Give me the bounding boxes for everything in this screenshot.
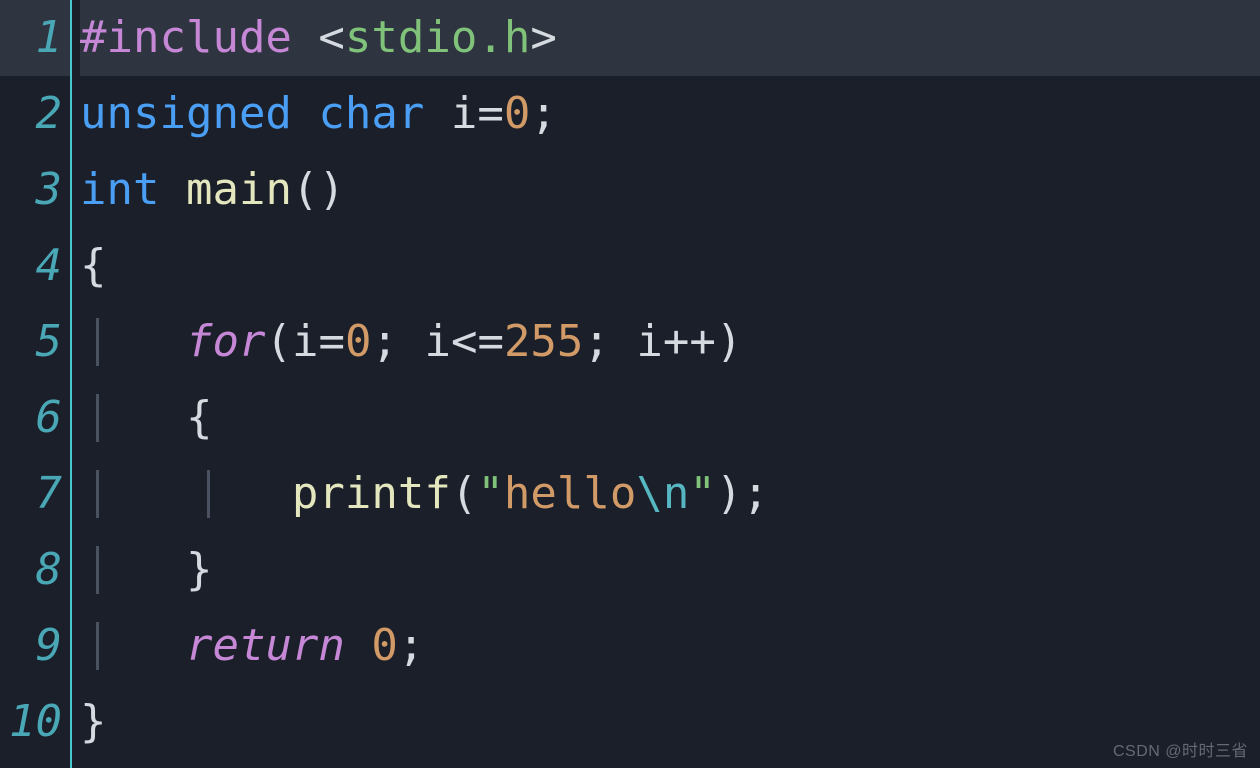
brace-token: }: [80, 696, 107, 747]
indent-guide-icon: [96, 318, 99, 366]
code-line[interactable]: }: [80, 684, 1260, 760]
keyword-token: return: [186, 620, 345, 671]
line-number: 1: [0, 0, 70, 76]
operator-token: ++: [663, 316, 716, 367]
watermark-label: CSDN @时时三省: [1113, 744, 1248, 760]
indent-guide-icon: [96, 470, 99, 518]
line-number: 5: [0, 304, 70, 380]
operator-token: <=: [451, 316, 504, 367]
angle-close-token: >: [530, 12, 557, 63]
indent-guide-icon: [207, 470, 210, 518]
line-number: 2: [0, 76, 70, 152]
brace-token: {: [80, 240, 107, 291]
line-number: 8: [0, 532, 70, 608]
line-number-gutter: 1 2 3 4 5 6 7 8 9 10: [0, 0, 72, 768]
function-name-token: main: [186, 164, 292, 215]
line-number: 3: [0, 152, 70, 228]
number-token: 0: [371, 620, 398, 671]
type-token: int: [80, 164, 159, 215]
code-area[interactable]: #include <stdio.h> unsigned char i=0; in…: [72, 0, 1260, 768]
semicolon-token: ;: [742, 468, 769, 519]
code-line[interactable]: #include <stdio.h>: [80, 0, 1260, 76]
indent-guide-icon: [96, 394, 99, 442]
code-editor[interactable]: 1 2 3 4 5 6 7 8 9 10 #include <stdio.h> …: [0, 0, 1260, 768]
code-line[interactable]: }: [80, 532, 1260, 608]
indent-guide-icon: [96, 622, 99, 670]
semicolon-token: ;: [530, 88, 557, 139]
line-number: 4: [0, 228, 70, 304]
angle-open-token: <: [292, 12, 345, 63]
string-quote-token: ": [689, 468, 716, 519]
identifier-token: i: [292, 316, 319, 367]
semicolon-token: ;: [398, 620, 425, 671]
function-name-token: printf: [292, 468, 451, 519]
parens-token: (): [292, 164, 345, 215]
code-line[interactable]: printf("hello\n");: [80, 456, 1260, 532]
operator-token: =: [477, 88, 504, 139]
code-line[interactable]: unsigned char i=0;: [80, 76, 1260, 152]
type-token: unsigned: [80, 88, 292, 139]
code-line[interactable]: {: [80, 380, 1260, 456]
brace-token: }: [186, 544, 213, 595]
line-number: 10: [0, 684, 70, 760]
identifier-token: i: [636, 316, 663, 367]
indent-guide-icon: [96, 546, 99, 594]
identifier-token: i: [451, 88, 478, 139]
number-token: 0: [345, 316, 372, 367]
string-token: hello: [504, 468, 636, 519]
escape-token: \n: [636, 468, 689, 519]
line-number: 6: [0, 380, 70, 456]
code-line[interactable]: int main(): [80, 152, 1260, 228]
identifier-token: i: [424, 316, 451, 367]
line-number: 7: [0, 456, 70, 532]
brace-token: {: [186, 392, 213, 443]
preprocessor-token: #include: [80, 12, 292, 63]
header-name-token: stdio.h: [345, 12, 530, 63]
number-token: 0: [504, 88, 531, 139]
number-token: 255: [504, 316, 583, 367]
keyword-token: for: [186, 316, 265, 367]
type-token: char: [318, 88, 424, 139]
line-number: 9: [0, 608, 70, 684]
string-quote-token: ": [477, 468, 504, 519]
code-line[interactable]: {: [80, 228, 1260, 304]
code-line[interactable]: return 0;: [80, 608, 1260, 684]
code-line[interactable]: for(i=0; i<=255; i++): [80, 304, 1260, 380]
